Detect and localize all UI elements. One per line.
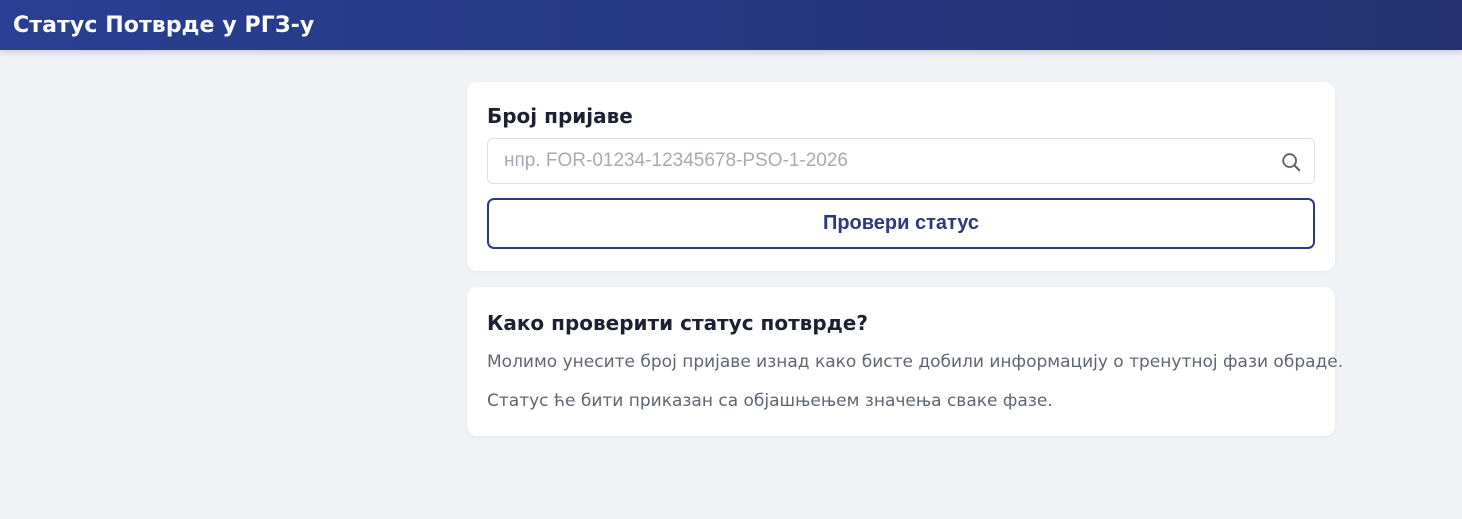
how-to-card: Како проверити статус потврде? Молимо ун… [467, 287, 1344, 436]
application-number-label: Број пријаве [487, 104, 633, 128]
status-search-card: Број пријаве Провери статус [467, 82, 1335, 271]
how-to-title: Како проверити статус потврде? [487, 311, 868, 335]
search-icon[interactable] [1280, 151, 1302, 173]
how-to-paragraph-2: Статус ће бити приказан са објашњењем зн… [487, 391, 1053, 411]
top-bar: Статус Потврде у РГЗ-у [0, 0, 1462, 50]
check-status-button[interactable]: Провери статус [487, 198, 1315, 249]
page-title: Статус Потврде у РГЗ-у [13, 12, 315, 38]
application-number-input[interactable] [488, 139, 1314, 183]
application-number-field [487, 138, 1315, 184]
how-to-paragraph-1: Молимо унесите број пријаве изнад како б… [487, 352, 1344, 372]
